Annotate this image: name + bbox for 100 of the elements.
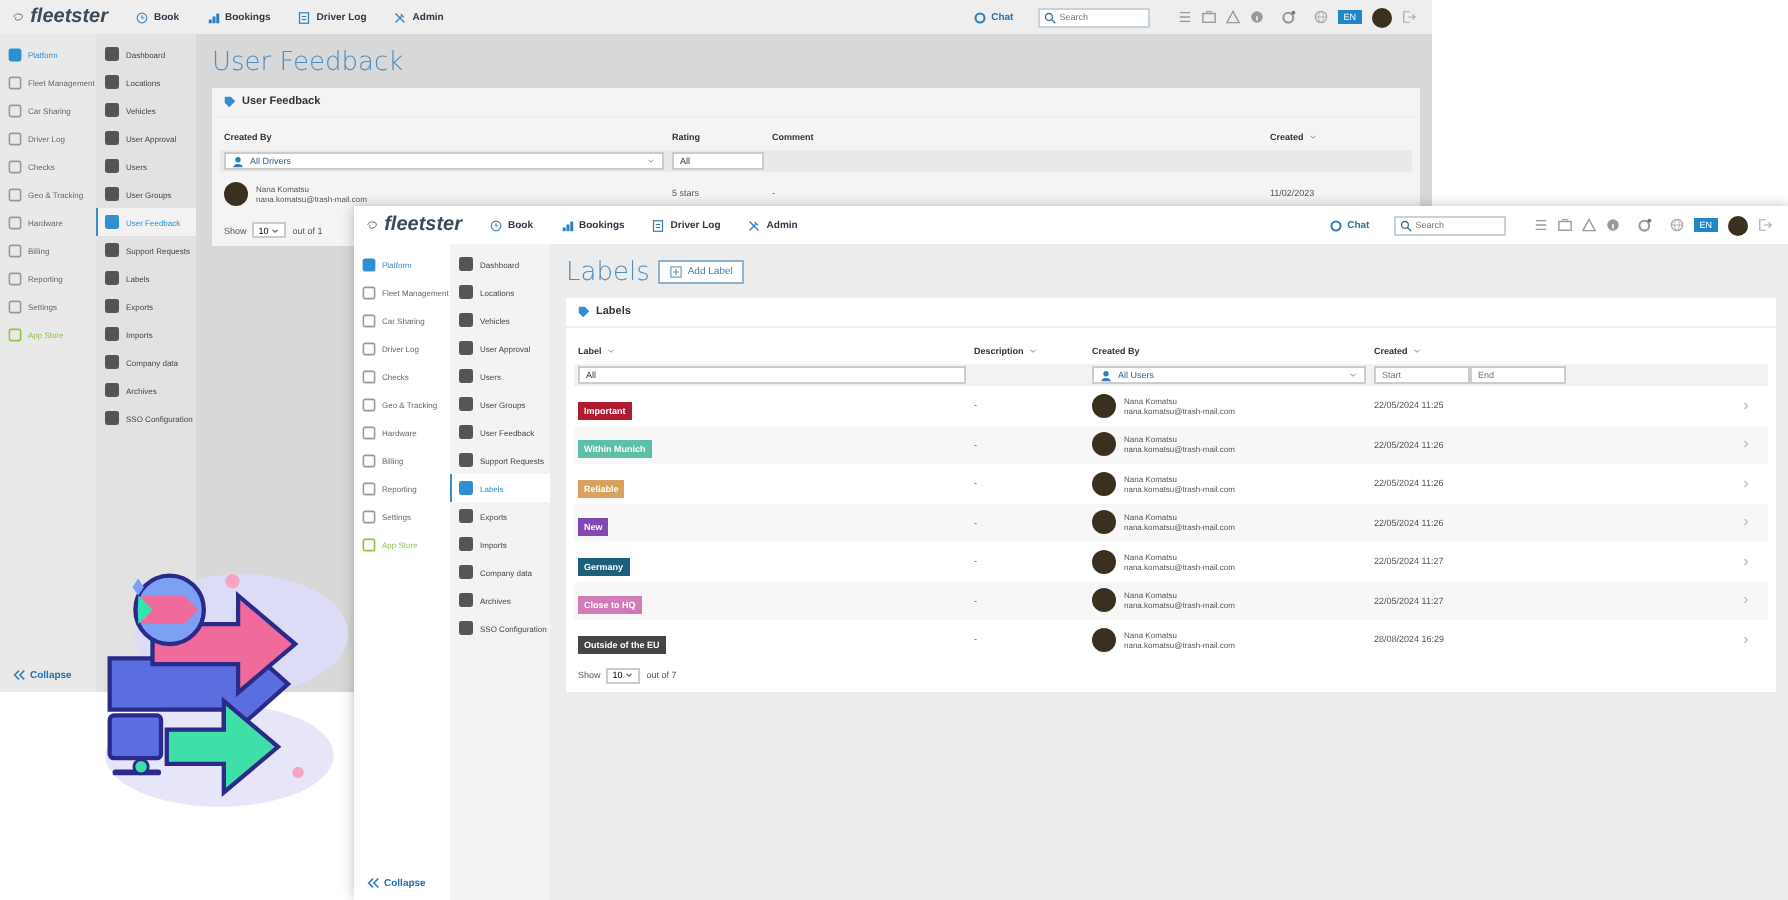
tile-icon: [458, 396, 474, 412]
document-icon: [652, 219, 665, 231]
tile-icon: [104, 298, 120, 314]
tile-icon: [458, 368, 474, 384]
square-icon: [8, 299, 22, 313]
square-icon: [8, 47, 22, 61]
warning-icon[interactable]: [1225, 10, 1240, 24]
square-icon: [362, 425, 376, 439]
square-icon: [8, 243, 22, 257]
chart-icon: [561, 219, 573, 231]
clock-icon: [136, 11, 148, 23]
user-icon: [1100, 369, 1112, 381]
square-icon: [362, 509, 376, 523]
avatar: [224, 181, 248, 205]
avatar: [1092, 393, 1116, 418]
caret-icon: [605, 345, 616, 355]
chevron-icon[interactable]: [1740, 399, 1752, 412]
briefcase-icon[interactable]: [1201, 10, 1216, 24]
warning-icon[interactable]: [1581, 218, 1596, 232]
square-icon: [8, 131, 22, 145]
square-icon: [8, 271, 22, 285]
square-icon: [362, 313, 376, 327]
logo-text: fleetster: [30, 6, 108, 28]
tile-icon: [104, 214, 120, 230]
tile-icon: [458, 284, 474, 300]
wrench-icon: [394, 11, 407, 23]
caret-icon: [1027, 345, 1038, 355]
tile-icon: [458, 620, 474, 636]
caret-icon: [1411, 345, 1422, 355]
plus-icon: [669, 266, 682, 278]
tile-icon: [104, 74, 120, 90]
ring-icon: [973, 11, 986, 23]
tag-icon: [578, 306, 590, 318]
tile-icon: [458, 536, 474, 552]
tile-icon: [458, 564, 474, 580]
square-icon: [362, 481, 376, 495]
list-icon[interactable]: [1533, 218, 1548, 232]
square-icon: [8, 327, 22, 341]
tile-icon: [458, 256, 474, 272]
avatar: [1092, 549, 1116, 574]
tile-icon: [104, 382, 120, 398]
list-icon[interactable]: [1177, 10, 1192, 24]
avatar[interactable]: [1728, 215, 1748, 235]
tile-icon: [104, 186, 120, 202]
tile-icon: [458, 340, 474, 356]
avatar[interactable]: [1372, 7, 1392, 27]
info-icon[interactable]: [1605, 218, 1620, 232]
square-icon: [362, 257, 376, 271]
square-icon: [8, 187, 22, 201]
logout-icon[interactable]: [1758, 218, 1772, 232]
tile-icon: [104, 102, 120, 118]
square-icon: [8, 159, 22, 173]
chevron-icon[interactable]: [1740, 594, 1752, 607]
square-icon: [362, 453, 376, 467]
square-icon: [362, 537, 376, 551]
ring-icon: [1329, 219, 1342, 231]
tile-icon: [458, 480, 474, 496]
search-icon: [1399, 219, 1412, 231]
square-icon: [8, 215, 22, 229]
tag-icon: [224, 96, 236, 108]
page-title: User Feedback: [212, 47, 404, 77]
chevron-icon[interactable]: [1740, 555, 1752, 568]
document-icon: [298, 11, 311, 23]
square-icon: [8, 103, 22, 117]
caret-icon: [270, 225, 281, 235]
square-icon: [8, 75, 22, 89]
chevron-icon[interactable]: [1740, 633, 1752, 646]
globe-icon[interactable]: [1313, 10, 1328, 24]
globe-icon[interactable]: [1669, 218, 1684, 232]
avatar: [1092, 432, 1116, 457]
wrench-icon: [748, 219, 761, 231]
chevron-icon[interactable]: [1740, 438, 1752, 451]
square-icon: [362, 369, 376, 383]
tile-icon: [104, 242, 120, 258]
chevron-icon[interactable]: [1740, 516, 1752, 529]
logo-text: fleetster: [384, 214, 462, 236]
avatar: [1092, 471, 1116, 496]
chart-icon: [207, 11, 219, 23]
search-icon: [1043, 11, 1056, 23]
tile-icon: [104, 410, 120, 426]
caret-icon: [624, 670, 635, 680]
tile-icon: [458, 312, 474, 328]
chevrons-icon: [12, 668, 26, 682]
caret-icon: [646, 156, 656, 166]
tile-icon: [104, 158, 120, 174]
clock-icon: [490, 219, 502, 231]
logout-icon[interactable]: [1402, 10, 1416, 24]
tile-icon: [458, 592, 474, 608]
info-icon[interactable]: [1249, 10, 1264, 24]
page-title: Labels: [566, 257, 650, 287]
tile-icon: [458, 424, 474, 440]
tile-icon: [104, 354, 120, 370]
tile-icon: [458, 508, 474, 524]
avatar: [1092, 510, 1116, 535]
briefcase-icon[interactable]: [1557, 218, 1572, 232]
caret-icon: [1307, 132, 1318, 142]
chevron-icon[interactable]: [1740, 477, 1752, 490]
caret-icon: [1348, 370, 1358, 380]
tile-icon: [104, 46, 120, 62]
tile-icon: [104, 130, 120, 146]
